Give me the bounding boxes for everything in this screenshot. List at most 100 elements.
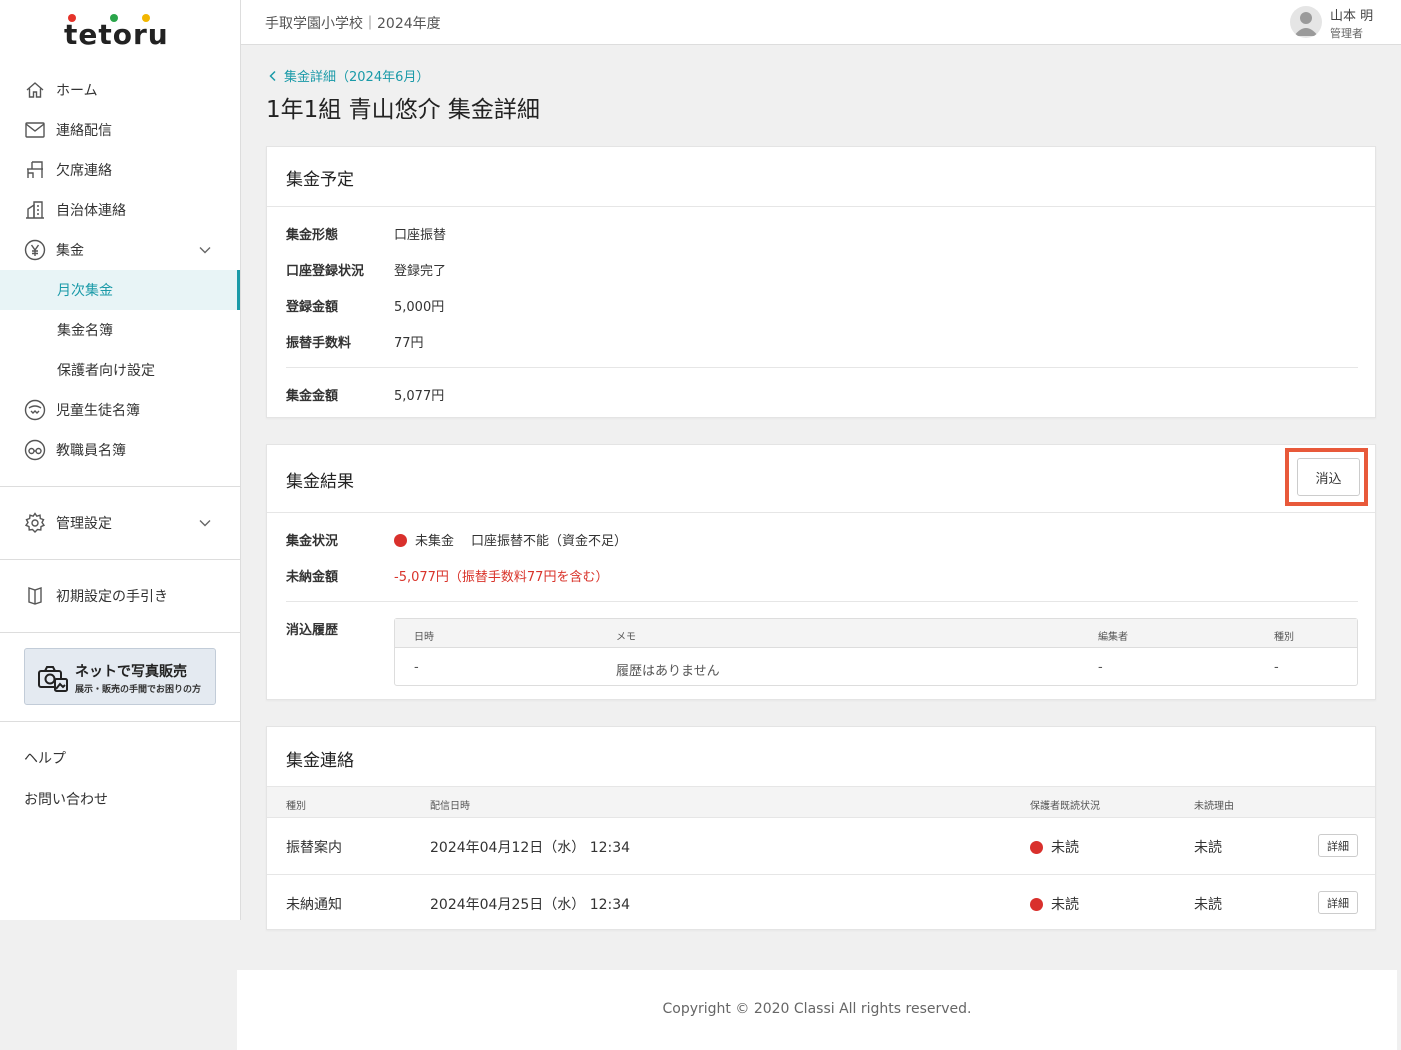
gear-icon bbox=[24, 512, 46, 534]
home-icon bbox=[24, 79, 46, 101]
student-icon bbox=[24, 399, 46, 421]
tetoru-logo[interactable]: tetoru bbox=[64, 12, 176, 52]
payment-method-label: 集金形態 bbox=[286, 228, 339, 243]
table-cell: - bbox=[1274, 660, 1279, 675]
mail-icon bbox=[24, 119, 46, 141]
sidebar-item-roster[interactable]: 集金名簿 bbox=[0, 310, 240, 350]
sidebar: tetoru ホーム 連絡配信 欠席連絡 自治体連絡 集金 月次集金 集金名簿 bbox=[0, 0, 241, 920]
teacher-icon bbox=[24, 439, 46, 461]
detail-button[interactable]: 詳細 bbox=[1318, 834, 1358, 857]
read-status-text: 未読 bbox=[1051, 897, 1079, 913]
help-link[interactable]: ヘルプ bbox=[24, 748, 66, 768]
sidebar-item-label: 初期設定の手引き bbox=[56, 589, 168, 605]
notice-type: 未納通知 bbox=[286, 897, 342, 913]
sidebar-item-label: 月次集金 bbox=[57, 283, 113, 299]
status-dot bbox=[394, 534, 407, 547]
sidebar-item-monthly[interactable]: 月次集金 bbox=[0, 270, 240, 310]
collection-status-label: 集金状況 bbox=[286, 534, 339, 549]
notice-title: 集金連絡 bbox=[286, 751, 354, 771]
read-status-text: 未読 bbox=[1051, 840, 1079, 856]
sidebar-divider bbox=[0, 559, 240, 560]
unread-reason: 未読 bbox=[1194, 897, 1222, 913]
sidebar-item-label: ホーム bbox=[56, 83, 98, 99]
user-name[interactable]: 山本 明 bbox=[1330, 5, 1373, 24]
column-header: 保護者既読状況 bbox=[1030, 801, 1100, 812]
user-role: 管理者 bbox=[1330, 27, 1363, 40]
page-title: 1年1組 青山悠介 集金詳細 bbox=[266, 97, 540, 123]
table-header: 日時 メモ 編集者 種別 bbox=[395, 619, 1357, 648]
table-cell: 履歴はありません bbox=[616, 664, 720, 679]
chevron-left-icon bbox=[269, 70, 276, 81]
result-title: 集金結果 bbox=[286, 472, 354, 492]
chevron-down-icon[interactable] bbox=[198, 516, 212, 530]
breadcrumb[interactable]: 集金詳細（2024年6月） bbox=[268, 66, 429, 85]
history-label: 消込履歴 bbox=[286, 623, 339, 638]
total-amount-label: 集金金額 bbox=[286, 389, 339, 404]
sidebar-item-teachers[interactable]: 教職員名簿 bbox=[0, 430, 240, 470]
logo-text: tetoru bbox=[64, 18, 169, 51]
unpaid-amount-value: -5,077円（振替手数料77円を含む） bbox=[394, 570, 609, 585]
card-divider bbox=[267, 206, 1375, 207]
back-link-label: 集金詳細（2024年6月） bbox=[284, 70, 430, 85]
avatar[interactable] bbox=[1290, 6, 1322, 38]
column-header: 未読理由 bbox=[1194, 801, 1234, 812]
table-cell: - bbox=[1098, 660, 1103, 675]
sidebar-item-mail[interactable]: 連絡配信 bbox=[0, 110, 240, 150]
banner-subtitle: 展示・販売の手間でお困りの方 bbox=[75, 685, 202, 695]
status-dot bbox=[1030, 841, 1043, 854]
sidebar-divider bbox=[0, 632, 240, 633]
column-header: 配信日時 bbox=[430, 801, 470, 812]
sidebar-item-home[interactable]: ホーム bbox=[0, 70, 240, 110]
unread-reason: 未読 bbox=[1194, 840, 1222, 856]
top-header: 手取学園小学校｜2024年度 山本 明 管理者 bbox=[241, 0, 1401, 45]
total-amount-value: 5,077円 bbox=[394, 389, 445, 404]
sidebar-item-label: 自治体連絡 bbox=[56, 203, 126, 219]
registered-amount-value: 5,000円 bbox=[394, 300, 445, 315]
column-header: 編集者 bbox=[1098, 632, 1128, 643]
sidebar-item-label: 連絡配信 bbox=[56, 123, 112, 139]
footer: Copyright © 2020 Classi All rights reser… bbox=[237, 970, 1397, 1050]
sidebar-item-absence[interactable]: 欠席連絡 bbox=[0, 150, 240, 190]
sidebar-item-label: 集金 bbox=[56, 243, 84, 259]
read-status: 未読 bbox=[1030, 894, 1079, 914]
unpaid-amount-label: 未納金額 bbox=[286, 570, 339, 585]
status-text: 未集金 bbox=[415, 534, 455, 549]
registered-amount-label: 登録金額 bbox=[286, 300, 339, 315]
guide-icon bbox=[24, 585, 46, 607]
sidebar-item-label: 児童生徒名簿 bbox=[56, 403, 140, 419]
camera-icon bbox=[37, 665, 69, 697]
schedule-title: 集金予定 bbox=[286, 170, 354, 190]
sidebar-divider bbox=[0, 721, 240, 722]
table-row: 未納通知 2024年04月25日（水） 12:34 未読 未読 詳細 bbox=[267, 875, 1375, 932]
sidebar-divider bbox=[0, 486, 240, 487]
reconcile-button[interactable]: 消込 bbox=[1297, 458, 1360, 496]
desk-icon bbox=[24, 159, 46, 181]
banner-title: ネットで写真販売 bbox=[75, 664, 187, 680]
contact-link[interactable]: お問い合わせ bbox=[24, 789, 108, 809]
sidebar-item-collection[interactable]: 集金 bbox=[0, 230, 240, 270]
table-row: 振替案内 2024年04月12日（水） 12:34 未読 未読 詳細 bbox=[267, 818, 1375, 875]
notice-date: 2024年04月12日（水） 12:34 bbox=[430, 840, 631, 856]
sidebar-item-label: 管理設定 bbox=[56, 516, 112, 532]
account-status-value: 登録完了 bbox=[394, 264, 447, 279]
table-header: 種別 配信日時 保護者既読状況 未読理由 bbox=[267, 786, 1375, 818]
transfer-fee-label: 振替手数料 bbox=[286, 336, 352, 351]
column-header: 日時 bbox=[414, 632, 434, 643]
sidebar-item-students[interactable]: 児童生徒名簿 bbox=[0, 390, 240, 430]
photo-sales-banner[interactable]: ネットで写真販売 展示・販売の手間でお困りの方 bbox=[24, 648, 216, 705]
schedule-card: 集金予定 集金形態 口座振替 口座登録状況 登録完了 登録金額 5,000円 振… bbox=[266, 146, 1376, 418]
chevron-down-icon[interactable] bbox=[198, 243, 212, 257]
sidebar-item-municipality[interactable]: 自治体連絡 bbox=[0, 190, 240, 230]
sidebar-item-guardian-settings[interactable]: 保護者向け設定 bbox=[0, 350, 240, 390]
notice-card: 集金連絡 種別 配信日時 保護者既読状況 未読理由 振替案内 2024年04月1… bbox=[266, 726, 1376, 930]
transfer-fee-value: 77円 bbox=[394, 336, 424, 351]
notice-date: 2024年04月25日（水） 12:34 bbox=[430, 897, 631, 913]
sidebar-item-label: 保護者向け設定 bbox=[57, 363, 155, 379]
status-detail: 口座振替不能（資金不足） bbox=[471, 534, 628, 549]
table-cell: - bbox=[414, 660, 419, 675]
sidebar-item-guide[interactable]: 初期設定の手引き bbox=[0, 576, 240, 616]
status-dot bbox=[1030, 898, 1043, 911]
sidebar-item-admin-settings[interactable]: 管理設定 bbox=[0, 503, 240, 543]
account-status-label: 口座登録状況 bbox=[286, 264, 365, 279]
detail-button[interactable]: 詳細 bbox=[1318, 891, 1358, 914]
